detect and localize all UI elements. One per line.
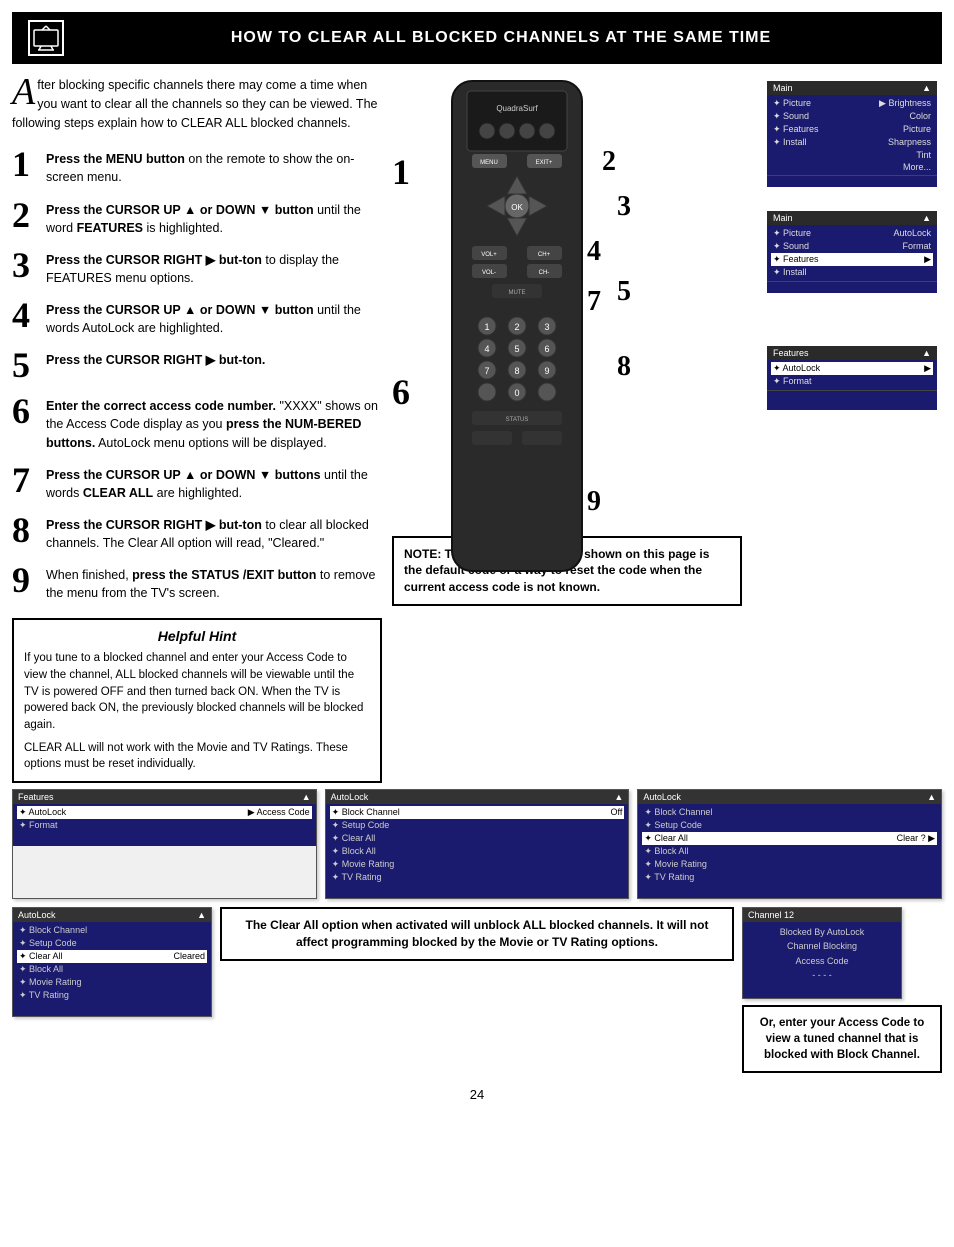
svg-text:6: 6 <box>544 344 549 354</box>
bottom-panel-autolock2: AutoLock▲ ✦ Block Channel ✦ Setup Code ✦… <box>637 789 942 899</box>
main-content: After blocking specific channels there m… <box>12 64 942 783</box>
svg-text:5: 5 <box>514 344 519 354</box>
page-header: How to Clear All Blocked Channels at the… <box>12 12 942 64</box>
svg-text:MUTE: MUTE <box>509 290 526 296</box>
svg-text:7: 7 <box>484 366 489 376</box>
bottom-panel-features: Features▲ ✦ AutoLock▶ Access Code ✦ Form… <box>12 789 317 899</box>
left-column: After blocking specific channels there m… <box>12 76 382 783</box>
step-6-number: 6 <box>12 393 36 429</box>
step-6: 6 Enter the correct access code number. … <box>12 393 382 451</box>
step-2-text: Press the CURSOR UP ▲ or DOWN ▼ button u… <box>46 197 382 237</box>
svg-text:4: 4 <box>484 344 489 354</box>
step-8: 8 Press the CURSOR RIGHT ▶ but-ton to cl… <box>12 512 382 552</box>
step-4-text: Press the CURSOR UP ▲ or DOWN ▼ button u… <box>46 297 382 337</box>
step-7-number: 7 <box>12 462 36 498</box>
svg-text:VOL+: VOL+ <box>481 252 497 258</box>
step-7-text: Press the CURSOR UP ▲ or DOWN ▼ buttons … <box>46 462 382 502</box>
remote-step-9: 9 <box>587 486 601 518</box>
page-title: How to Clear All Blocked Channels at the… <box>76 29 926 47</box>
svg-text:OK: OK <box>511 203 523 212</box>
svg-text:0: 0 <box>514 388 519 398</box>
remote-step-2: 2 <box>602 146 616 178</box>
svg-text:STATUS: STATUS <box>506 417 529 423</box>
remote-step-3: 3 <box>617 191 631 223</box>
step-1: 1 Press the MENU button on the remote to… <box>12 146 382 186</box>
remote-step-6: 6 <box>392 371 410 413</box>
step-4-number: 4 <box>12 297 36 333</box>
svg-text:8: 8 <box>514 366 519 376</box>
remote-step-5: 5 <box>617 276 631 308</box>
bottom-panels-row1: Features▲ ✦ AutoLock▶ Access Code ✦ Form… <box>12 789 942 899</box>
step-6-text: Enter the correct access code number. "X… <box>46 393 382 451</box>
svg-text:QuadraSurf: QuadraSurf <box>496 104 538 113</box>
caption-clear-all: The Clear All option when activated will… <box>220 907 734 961</box>
step-5-text: Press the CURSOR RIGHT ▶ but-ton. <box>46 347 265 369</box>
step-9: 9 When finished, press the STATUS /EXIT … <box>12 562 382 602</box>
remote-step-7: 7 <box>587 286 601 318</box>
remote-step-4: 4 <box>587 236 601 268</box>
step-5-number: 5 <box>12 347 36 383</box>
channel-panel-body: Blocked By AutoLock Channel Blocking Acc… <box>743 922 901 986</box>
step-8-text: Press the CURSOR RIGHT ▶ but-ton to clea… <box>46 512 382 552</box>
right-column: QuadraSurf MENU EXIT+ <box>392 76 942 783</box>
bottom-panel-autolock1: AutoLock▲ ✦ Block ChannelOff ✦ Setup Cod… <box>325 789 630 899</box>
remote-step-8: 8 <box>617 351 631 383</box>
step-2: 2 Press the CURSOR UP ▲ or DOWN ▼ button… <box>12 197 382 237</box>
remote-step-1: 1 <box>392 151 410 193</box>
hint-title: Helpful Hint <box>24 628 370 644</box>
menu-panel-1: Main▲ ✦ Picture▶ Brightness ✦ SoundColor… <box>767 81 937 187</box>
svg-text:2: 2 <box>514 322 519 332</box>
menu-panel-2: Main▲ ✦ PictureAutoLock ✦ SoundFormat ✦ … <box>767 211 937 293</box>
bottom-section: AutoLock▲ ✦ Block Channel ✦ Setup Code ✦… <box>12 907 942 1073</box>
step-8-number: 8 <box>12 512 36 548</box>
step-3-text: Press the CURSOR RIGHT ▶ but-ton to disp… <box>46 247 382 287</box>
drop-cap: A <box>12 76 35 108</box>
step-4: 4 Press the CURSOR UP ▲ or DOWN ▼ button… <box>12 297 382 337</box>
svg-text:VOL-: VOL- <box>482 270 496 276</box>
svg-text:CH-: CH- <box>539 270 550 276</box>
intro-body: fter blocking specific channels there ma… <box>12 78 377 130</box>
caption-access-code: Or, enter your Access Code to view a tun… <box>742 1005 942 1073</box>
svg-text:3: 3 <box>544 322 549 332</box>
page-number: 24 <box>0 1087 954 1102</box>
channel-panel: Channel 12 Blocked By AutoLock Channel B… <box>742 907 902 999</box>
step-3: 3 Press the CURSOR RIGHT ▶ but-ton to di… <box>12 247 382 287</box>
step-3-number: 3 <box>12 247 36 283</box>
channel-panel-header: Channel 12 <box>743 908 901 922</box>
right-bottom-area: Channel 12 Blocked By AutoLock Channel B… <box>742 907 942 1073</box>
remote-control-svg: QuadraSurf MENU EXIT+ <box>422 76 612 576</box>
svg-text:CH+: CH+ <box>538 252 551 258</box>
menu-panel-3: Features▲ ✦ AutoLock▶ ✦ Format <box>767 346 937 410</box>
step-1-text: Press the MENU button on the remote to s… <box>46 146 382 186</box>
step-2-number: 2 <box>12 197 36 233</box>
hint-text: If you tune to a blocked channel and ent… <box>24 650 370 773</box>
svg-text:EXIT+: EXIT+ <box>536 160 553 166</box>
svg-text:9: 9 <box>544 366 549 376</box>
hint-box: Helpful Hint If you tune to a blocked ch… <box>12 618 382 783</box>
step-5: 5 Press the CURSOR RIGHT ▶ but-ton. <box>12 347 382 383</box>
step-1-number: 1 <box>12 146 36 182</box>
remote-diagram-area: QuadraSurf MENU EXIT+ <box>392 76 942 606</box>
step-9-number: 9 <box>12 562 36 598</box>
header-icon <box>28 20 64 56</box>
bottom-panel-cleared: AutoLock▲ ✦ Block Channel ✦ Setup Code ✦… <box>12 907 212 1017</box>
step-7: 7 Press the CURSOR UP ▲ or DOWN ▼ button… <box>12 462 382 502</box>
svg-text:MENU: MENU <box>480 160 498 166</box>
bottom-panel-cleared-wrap: AutoLock▲ ✦ Block Channel ✦ Setup Code ✦… <box>12 907 212 1017</box>
svg-text:1: 1 <box>484 322 489 332</box>
intro-text: After blocking specific channels there m… <box>12 76 382 132</box>
step-9-text: When finished, press the STATUS /EXIT bu… <box>46 562 382 602</box>
